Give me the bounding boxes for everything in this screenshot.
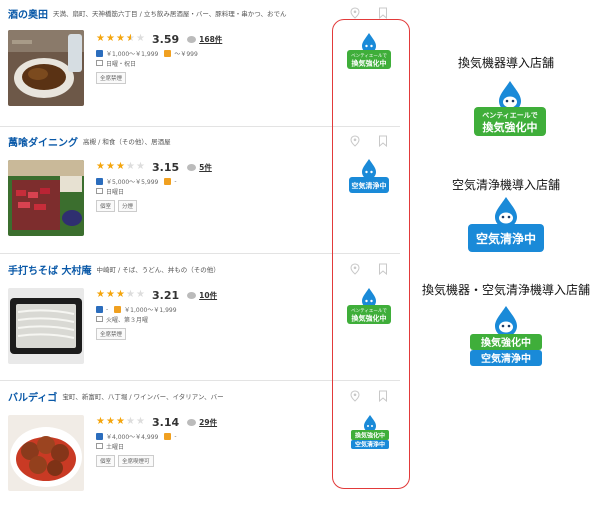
feature-tag: 個室 <box>96 200 116 212</box>
dinner-icon <box>96 305 103 313</box>
restaurant-genre: 中崎町 / そば、うどん、丼もの（その他） <box>96 266 220 274</box>
legend-air-purifier: 空気清浄機導入店舗 <box>412 176 600 193</box>
review-bubble-icon <box>187 35 197 43</box>
rating-score: 3.15 <box>152 160 180 174</box>
legend-ventilation: 換気機器導入店舗 <box>412 54 600 71</box>
dinner-icon <box>96 177 103 185</box>
air-purifier-badge: 空気清浄中 <box>468 197 544 252</box>
legend-title: 空気清浄機導入店舗 <box>451 178 560 192</box>
review-bubble-icon <box>187 291 197 299</box>
bookmark-icon[interactable] <box>378 7 388 19</box>
lunch-icon <box>164 49 172 57</box>
star-icon: ★ <box>96 33 105 44</box>
star-icon: ★ <box>136 416 145 427</box>
badge-label: 換気強化中 <box>483 120 538 134</box>
lunch-price: - <box>174 432 177 440</box>
restaurant-name[interactable]: バルディゴ <box>8 389 57 404</box>
star-rating: ★ ★ ★ ★ ★ <box>96 162 146 172</box>
closed-days: 日曜・祝日 <box>106 60 137 68</box>
dinner-price: ￥5,000～￥5,999 <box>106 178 159 186</box>
rating-score: 3.59 <box>152 32 180 46</box>
map-pin-icon[interactable] <box>350 7 360 19</box>
star-icon: ★ <box>136 33 145 44</box>
lunch-icon <box>164 177 172 185</box>
star-icon: ★ <box>96 416 105 427</box>
badge-subtitle: ベンティエールで <box>482 112 538 120</box>
legend-title: 換気機器導入店舗 <box>457 56 554 70</box>
feature-tag: 全席禁煙 <box>96 72 127 84</box>
star-icon: ★ <box>106 289 115 300</box>
legend-title: 換気機器・空気清浄機導入店舗 <box>421 283 590 297</box>
star-icon: ★ <box>126 416 135 427</box>
restaurant-genre: 高槻 / 和食（その他）、居酒屋 <box>83 138 171 146</box>
ventilation-badge: ベンティエールで 換気強化中 <box>474 81 546 136</box>
badge-label: 空気清浄中 <box>476 231 536 246</box>
restaurant-photo[interactable] <box>8 415 84 491</box>
restaurant-name[interactable]: 手打ちそば 大村庵 <box>8 262 91 277</box>
dinner-price: ￥4,000～￥4,999 <box>106 433 159 441</box>
lunch-price: - <box>174 177 177 185</box>
review-count[interactable]: 5件 <box>199 162 212 173</box>
legend-combined: 換気機器・空気清浄機導入店舗 <box>412 281 600 298</box>
star-icon: ★ <box>126 34 136 45</box>
closed-days: 土曜日 <box>106 443 125 451</box>
star-icon: ★ <box>136 161 145 172</box>
rating-score: 3.14 <box>152 415 180 429</box>
lunch-price: ～￥999 <box>174 50 198 58</box>
calendar-icon <box>96 188 103 194</box>
star-icon: ★ <box>136 289 145 300</box>
feature-tag: 分煙 <box>118 200 138 212</box>
restaurant-name[interactable]: 萬喰ダイニング <box>8 134 78 149</box>
rating-score: 3.21 <box>152 288 180 302</box>
feature-tag: 全席喫煙可 <box>118 455 154 467</box>
star-icon: ★ <box>96 289 105 300</box>
star-icon: ★ <box>96 161 105 172</box>
review-bubble-icon <box>187 163 197 171</box>
restaurant-genre: 宝町、新富町、八丁堀 / ワインバー、イタリアン、バー <box>62 393 224 401</box>
badge-label-bottom: 空気清浄中 <box>481 352 531 365</box>
combined-badge: 換気強化中 空気清浄中 <box>470 306 542 366</box>
calendar-icon <box>96 316 103 322</box>
lunch-icon <box>164 432 172 440</box>
star-icon: ★ <box>106 416 115 427</box>
closed-days: 火曜、第３月曜 <box>106 316 149 324</box>
restaurant-photo[interactable] <box>8 30 84 106</box>
review-count[interactable]: 168件 <box>199 34 222 45</box>
lunch-icon <box>114 305 122 313</box>
star-rating: ★ ★ ★ ★ ★ <box>96 417 146 427</box>
review-bubble-icon <box>187 418 197 426</box>
badge-label-top: 換気強化中 <box>481 336 531 349</box>
star-icon: ★ <box>106 33 115 44</box>
star-icon: ★ <box>126 289 135 300</box>
dinner-price: - <box>106 305 109 313</box>
restaurant-photo[interactable] <box>8 288 84 364</box>
feature-tag: 個室 <box>96 455 116 467</box>
calendar-icon <box>96 443 103 449</box>
star-rating: ★ ★ ★ ★ ★ <box>96 33 146 45</box>
star-icon: ★ <box>116 416 125 427</box>
star-icon: ★ <box>116 161 125 172</box>
star-rating: ★ ★ ★ ★ ★ <box>96 290 146 300</box>
lunch-price: ￥1,000～￥1,999 <box>124 306 177 314</box>
dinner-price: ￥1,000～￥1,999 <box>106 50 159 58</box>
star-icon: ★ <box>106 161 115 172</box>
dinner-icon <box>96 49 103 57</box>
restaurant-name[interactable]: 酒の奥田 <box>8 6 48 21</box>
highlight-frame <box>332 19 410 489</box>
restaurant-photo[interactable] <box>8 160 84 236</box>
star-icon: ★ <box>126 161 135 172</box>
dinner-icon <box>96 432 103 440</box>
feature-tag: 全席禁煙 <box>96 328 127 340</box>
calendar-icon <box>96 60 103 66</box>
closed-days: 日曜日 <box>106 188 125 196</box>
star-icon: ★ <box>116 289 125 300</box>
review-count[interactable]: 10件 <box>199 290 217 301</box>
review-count[interactable]: 29件 <box>199 417 217 428</box>
restaurant-genre: 天満、扇町、天神橋筋六丁目 / 立ち飲み居酒屋・バー、豚料理・串かつ、おでん <box>53 10 287 18</box>
star-icon: ★ <box>116 33 125 44</box>
